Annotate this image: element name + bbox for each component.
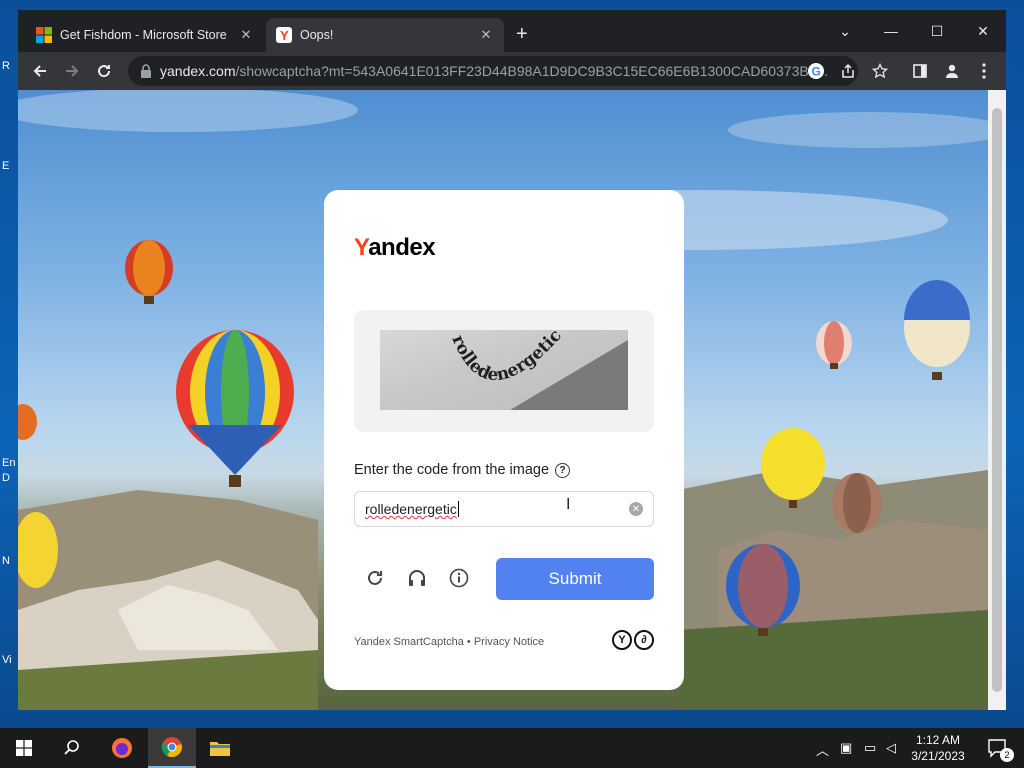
minimize-button[interactable]: — bbox=[868, 16, 914, 46]
back-arrow-icon bbox=[33, 65, 46, 77]
reload-button[interactable] bbox=[94, 61, 114, 81]
clock-date: 3/21/2023 bbox=[911, 749, 965, 763]
notifications-button[interactable]: 2 bbox=[974, 728, 1022, 768]
url-text[interactable]: yandex.com/showcaptcha?mt=543A0641E013FF… bbox=[160, 63, 858, 79]
security-tray-icon[interactable]: ▣ bbox=[840, 740, 852, 756]
desktop-icon-label[interactable]: En bbox=[2, 457, 15, 469]
browser-toolbar: yandex.com/showcaptcha?mt=543A0641E013FF… bbox=[18, 52, 1006, 90]
search-button[interactable] bbox=[48, 728, 96, 768]
captcha-distorted-text: rolledenergetic bbox=[447, 330, 565, 385]
captcha-image-frame: rolledenergetic bbox=[354, 310, 654, 432]
reload-icon bbox=[98, 65, 111, 78]
smartcaptcha-link[interactable]: Yandex SmartCaptcha bbox=[354, 636, 464, 648]
chrome-icon bbox=[161, 737, 182, 758]
file-explorer-taskbar-button[interactable] bbox=[196, 728, 244, 768]
tab-title: Get Fishdom - Microsoft Store bbox=[60, 28, 227, 42]
firefox-icon bbox=[112, 738, 132, 758]
svg-text:G: G bbox=[812, 65, 821, 79]
tab-search-icon[interactable]: ⌄ bbox=[822, 16, 868, 46]
tab-title: Oops! bbox=[300, 28, 334, 42]
yandex-logo: Yandex bbox=[354, 234, 436, 261]
scrollbar-thumb[interactable] bbox=[992, 108, 1002, 692]
windows-taskbar: ︿ ▣ ▭ ◁ 1:12 AM 3/21/2023 2 bbox=[0, 728, 1024, 768]
text-caret bbox=[457, 501, 459, 517]
desktop-icon-label[interactable]: R bbox=[2, 60, 10, 72]
back-button[interactable] bbox=[30, 61, 50, 81]
share-icon[interactable] bbox=[838, 61, 858, 81]
yandex-cloud-badges: Y ∂ bbox=[612, 630, 654, 650]
captcha-card: Yandex rolledenergetic Enter the code fr… bbox=[324, 190, 684, 690]
submit-button[interactable]: Submit bbox=[496, 558, 654, 600]
windows-logo-icon bbox=[16, 740, 32, 756]
page-viewport: Yandex rolledenergetic Enter the code fr… bbox=[18, 90, 988, 710]
ibeam-cursor-icon: I bbox=[566, 496, 571, 513]
forward-arrow-icon bbox=[66, 65, 79, 77]
privacy-notice-link[interactable]: Privacy Notice bbox=[474, 636, 544, 648]
volume-muted-icon[interactable]: ◁ bbox=[886, 740, 896, 756]
side-panel-icon[interactable] bbox=[910, 61, 930, 81]
folder-icon bbox=[210, 742, 230, 756]
vertical-scrollbar[interactable] bbox=[988, 90, 1006, 710]
svg-text:Y: Y bbox=[280, 28, 289, 43]
microsoft-logo-icon bbox=[36, 27, 52, 43]
firefox-taskbar-button[interactable] bbox=[98, 728, 146, 768]
close-tab-icon[interactable]: ✕ bbox=[478, 27, 494, 43]
audio-captcha-icon[interactable] bbox=[406, 567, 428, 589]
yandex-circle-icon: Y bbox=[612, 630, 632, 650]
address-bar[interactable]: yandex.com/showcaptcha?mt=543A0641E013FF… bbox=[128, 56, 858, 86]
bookmark-star-icon[interactable] bbox=[870, 61, 890, 81]
clock-time: 1:12 AM bbox=[915, 733, 961, 747]
start-button[interactable] bbox=[0, 728, 48, 768]
system-clock[interactable]: 1:12 AM 3/21/2023 bbox=[906, 732, 970, 764]
search-icon bbox=[64, 740, 79, 755]
desktop-icon-label[interactable]: N bbox=[2, 555, 10, 567]
captcha-prompt-label: Enter the code from the image? bbox=[354, 462, 571, 478]
close-tab-icon[interactable]: ✕ bbox=[238, 27, 254, 43]
captcha-answer-input[interactable]: rolledenergetic ✕ bbox=[354, 491, 654, 527]
svg-text:rolledenergetic: rolledenergetic bbox=[447, 330, 565, 385]
refresh-captcha-icon[interactable] bbox=[364, 567, 386, 589]
maximize-button[interactable]: ☐ bbox=[914, 16, 960, 46]
yandex-logo-icon: Y bbox=[276, 27, 292, 43]
cloud-circle-icon: ∂ bbox=[634, 630, 654, 650]
kebab-menu-icon[interactable] bbox=[974, 61, 994, 81]
forward-button[interactable] bbox=[62, 61, 82, 81]
captcha-input-value: rolledenergetic bbox=[365, 501, 457, 517]
desktop-icon-label[interactable]: D bbox=[2, 472, 10, 484]
clear-input-icon[interactable]: ✕ bbox=[629, 502, 643, 516]
lock-icon[interactable] bbox=[140, 64, 152, 78]
captcha-image: rolledenergetic bbox=[380, 330, 628, 410]
chrome-taskbar-button[interactable] bbox=[148, 728, 196, 768]
help-icon[interactable]: ? bbox=[555, 462, 571, 478]
show-hidden-icons-chevron-icon[interactable]: ︿ bbox=[816, 740, 829, 759]
tab-oops[interactable]: Y Oops! ✕ bbox=[266, 18, 504, 52]
desktop-icon-label[interactable]: Vi bbox=[2, 654, 12, 666]
close-window-button[interactable]: ✕ bbox=[960, 16, 1006, 46]
browser-window: Get Fishdom - Microsoft Store ✕ Y Oops! … bbox=[18, 10, 1006, 710]
desktop-icon-label[interactable]: E bbox=[2, 160, 9, 172]
info-icon[interactable] bbox=[448, 567, 470, 589]
notification-count-badge: 2 bbox=[1000, 748, 1014, 762]
captcha-noise: rolledenergetic bbox=[447, 330, 628, 410]
captcha-footer: Yandex SmartCaptcha • Privacy Notice bbox=[354, 636, 545, 648]
new-tab-button[interactable]: + bbox=[516, 24, 528, 44]
tab-microsoft-store[interactable]: Get Fishdom - Microsoft Store ✕ bbox=[26, 18, 264, 52]
google-icon[interactable]: G bbox=[806, 61, 826, 81]
network-tray-icon[interactable]: ▭ bbox=[864, 740, 876, 756]
tab-strip: Get Fishdom - Microsoft Store ✕ Y Oops! … bbox=[18, 10, 1006, 52]
profile-icon[interactable] bbox=[942, 61, 962, 81]
